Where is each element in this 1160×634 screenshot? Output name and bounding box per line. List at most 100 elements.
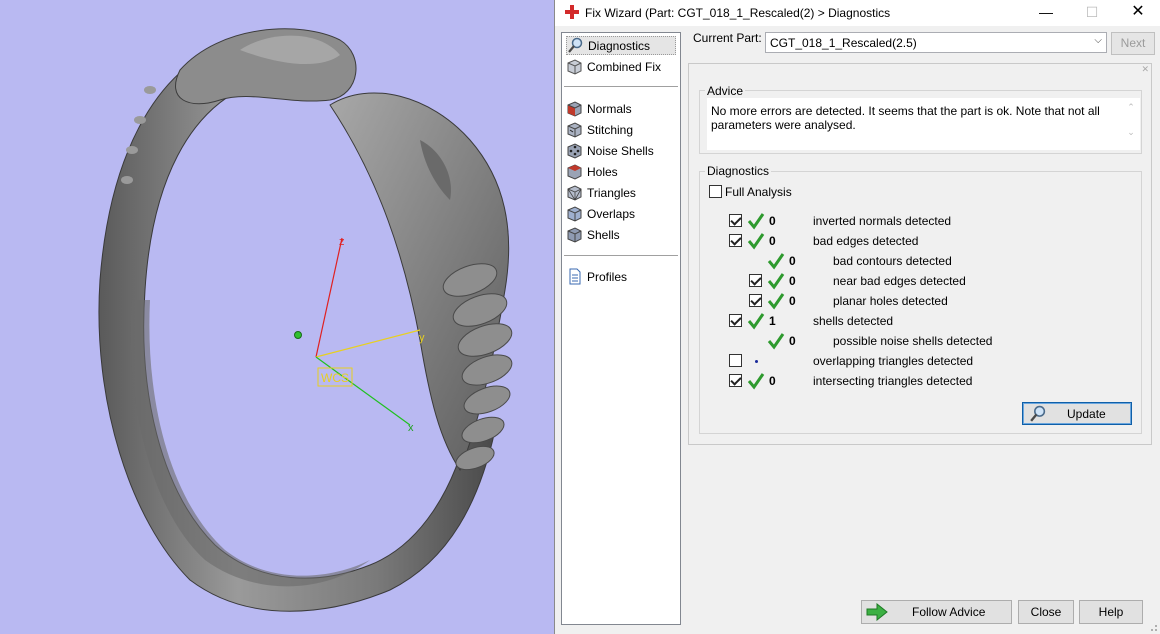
maximize-button[interactable]: ☐ xyxy=(1069,0,1115,26)
full-analysis-label: Full Analysis xyxy=(725,185,792,199)
cube-hole-icon xyxy=(567,164,582,180)
fix-wizard-dialog: Fix Wizard (Part: CGT_018_1_Rescaled(2) … xyxy=(554,0,1160,634)
diagnostics-label: Diagnostics xyxy=(705,164,772,178)
minimize-button[interactable]: — xyxy=(1023,0,1069,26)
overlapping-triangles-label: overlapping triangles detected xyxy=(813,354,974,368)
nav-item-holes[interactable]: Holes xyxy=(566,162,676,181)
check-ok-icon xyxy=(767,273,785,290)
nav-label: Noise Shells xyxy=(587,143,654,158)
planar-holes-count: 0 xyxy=(789,294,796,308)
check-ok-icon xyxy=(767,253,785,270)
nav-item-shells[interactable]: Shells xyxy=(566,225,676,244)
red-cross-icon xyxy=(565,5,579,19)
close-window-button[interactable]: ✕ xyxy=(1115,0,1160,26)
cube-overlap-icon xyxy=(567,206,582,222)
row-checkbox[interactable] xyxy=(749,294,762,307)
bad-contours-label: bad contours detected xyxy=(833,254,952,268)
nav-divider xyxy=(564,255,678,256)
y-axis-line xyxy=(315,329,421,358)
cube-dots-icon xyxy=(567,143,582,159)
cube-red-icon xyxy=(567,101,582,117)
window-title: Fix Wizard (Part: CGT_018_1_Rescaled(2) … xyxy=(585,6,891,20)
chevron-down-icon[interactable]: ⌄ xyxy=(1124,127,1138,138)
panel-close-icon: ✕ xyxy=(1141,64,1149,74)
nav-item-normals[interactable]: Normals xyxy=(566,99,676,118)
pending-dot-icon xyxy=(755,360,758,363)
intersecting-triangles-label: intersecting triangles detected xyxy=(813,374,973,388)
cube-stitch-icon xyxy=(567,122,582,138)
3d-viewport[interactable]: z y x WCS xyxy=(0,0,556,634)
nav-item-noise-shells[interactable]: Noise Shells xyxy=(566,141,676,160)
row-checkbox[interactable] xyxy=(749,274,762,287)
current-part-select[interactable]: CGT_018_1_Rescaled(2.5) ⌵ xyxy=(765,32,1107,53)
current-part-value: CGT_018_1_Rescaled(2.5) xyxy=(770,36,917,50)
wcs-label: WCS xyxy=(321,371,349,385)
title-bar[interactable]: Fix Wizard (Part: CGT_018_1_Rescaled(2) … xyxy=(555,0,1160,26)
intersecting-triangles-count: 0 xyxy=(769,374,776,388)
advice-label: Advice xyxy=(705,84,746,98)
check-ok-icon xyxy=(747,313,765,330)
nav-item-triangles[interactable]: Triangles xyxy=(566,183,676,202)
shells-count: 1 xyxy=(769,314,776,328)
shells-label: shells detected xyxy=(813,314,894,328)
nav-label: Stitching xyxy=(587,122,634,137)
advice-text: No more errors are detected. It seems th… xyxy=(711,104,1100,132)
next-button[interactable]: Next xyxy=(1111,32,1155,55)
nav-item-diagnostics[interactable]: Diagnostics xyxy=(566,36,676,55)
update-button[interactable]: Update xyxy=(1022,402,1132,425)
check-ok-icon xyxy=(747,373,765,390)
noise-shells-count: 0 xyxy=(789,334,796,348)
check-ok-icon xyxy=(747,213,765,230)
nav-label: Normals xyxy=(587,101,632,116)
full-analysis-checkbox[interactable] xyxy=(709,185,722,198)
ring-model: z y x WCS xyxy=(98,28,513,612)
bad-edges-label: bad edges detected xyxy=(813,234,919,248)
near-bad-edges-label: near bad edges detected xyxy=(833,274,966,288)
resize-grip-icon[interactable] xyxy=(1148,622,1158,632)
magnifier-icon xyxy=(568,37,583,53)
noise-shells-label: possible noise shells detected xyxy=(833,334,993,348)
chevron-down-icon: ⌵ xyxy=(1094,35,1102,46)
follow-advice-label: Follow Advice xyxy=(912,605,986,619)
nav-divider xyxy=(564,86,678,87)
chevron-up-icon[interactable]: ⌃ xyxy=(1124,102,1138,113)
advice-textbox[interactable]: No more errors are detected. It seems th… xyxy=(707,98,1140,150)
near-bad-edges-count: 0 xyxy=(789,274,796,288)
check-ok-icon xyxy=(747,233,765,250)
y-axis-label: y xyxy=(419,332,425,344)
row-checkbox[interactable] xyxy=(729,234,742,247)
document-icon xyxy=(569,268,581,285)
row-checkbox[interactable] xyxy=(729,314,742,327)
follow-advice-button[interactable]: Follow Advice xyxy=(861,600,1012,624)
check-ok-icon xyxy=(767,293,785,310)
origin-marker xyxy=(294,331,302,339)
magnifier-icon xyxy=(1030,405,1046,422)
z-axis-label: z xyxy=(339,236,345,248)
z-axis-line xyxy=(315,237,343,358)
help-button[interactable]: Help xyxy=(1079,600,1143,624)
nav-label: Diagnostics xyxy=(588,38,651,53)
wizard-nav: Diagnostics Combined Fix Normals Stitchi… xyxy=(561,32,681,625)
nav-label: Combined Fix xyxy=(587,59,662,74)
bad-contours-count: 0 xyxy=(789,254,796,268)
planar-holes-label: planar holes detected xyxy=(833,294,948,308)
row-checkbox[interactable] xyxy=(729,214,742,227)
advice-scrollbar[interactable]: ⌃ ⌄ xyxy=(1124,102,1138,146)
nav-label: Overlaps xyxy=(587,206,636,221)
cube-triangles-icon xyxy=(567,185,582,201)
cube-shells-icon xyxy=(567,227,582,243)
nav-label: Profiles xyxy=(587,269,628,284)
nav-item-overlaps[interactable]: Overlaps xyxy=(566,204,676,223)
row-checkbox[interactable] xyxy=(729,354,742,367)
green-arrow-icon xyxy=(866,603,888,621)
nav-label: Holes xyxy=(587,164,618,179)
x-axis-line xyxy=(315,356,411,426)
nav-label: Triangles xyxy=(587,185,636,200)
x-axis-label: x xyxy=(408,422,414,434)
close-button[interactable]: Close xyxy=(1018,600,1074,624)
nav-item-stitching[interactable]: Stitching xyxy=(566,120,676,139)
nav-item-combined-fix[interactable]: Combined Fix xyxy=(566,57,676,76)
row-checkbox[interactable] xyxy=(729,374,742,387)
bad-edges-count: 0 xyxy=(769,234,776,248)
nav-item-profiles[interactable]: Profiles xyxy=(566,267,676,286)
